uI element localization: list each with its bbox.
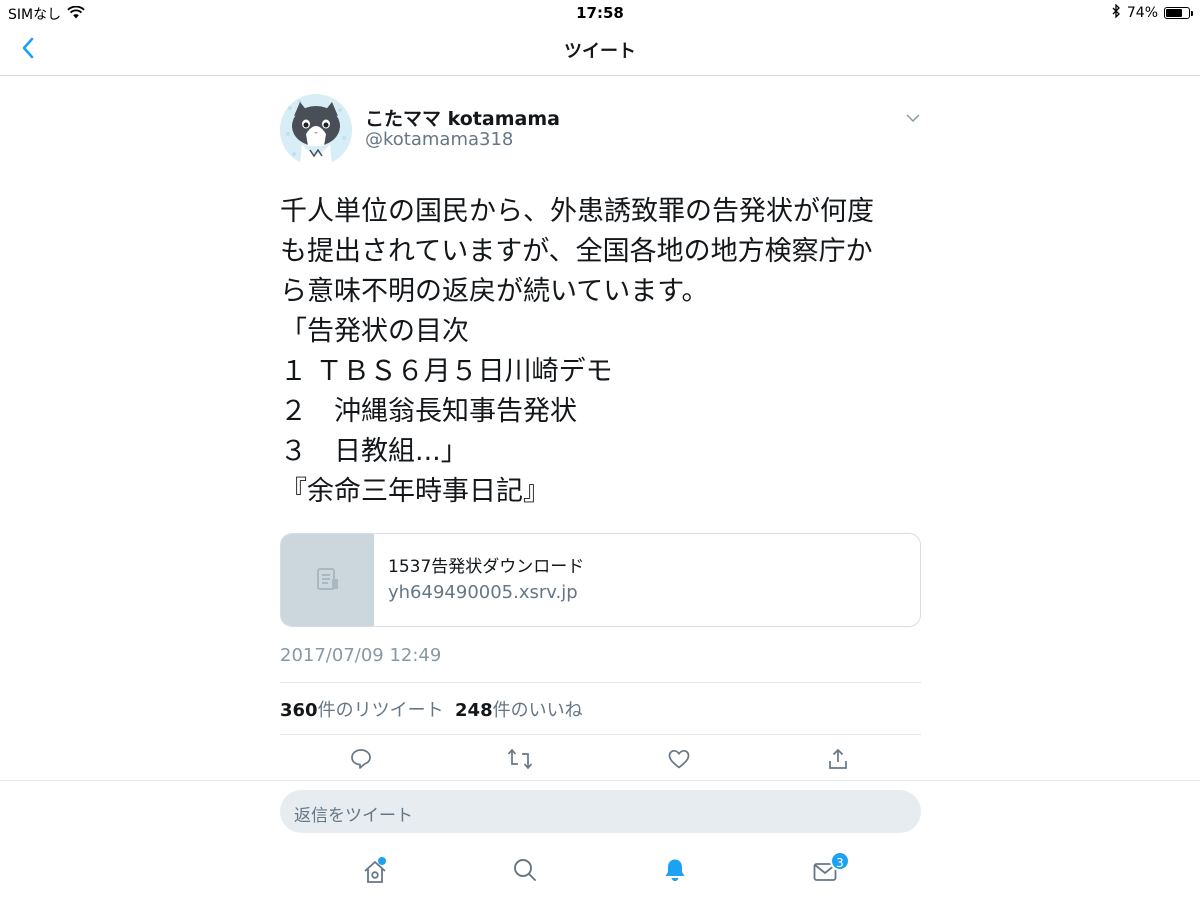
status-time: 17:58 <box>576 4 624 22</box>
tab-bar: 3 <box>0 848 1200 894</box>
page-title: ツイート <box>564 41 636 62</box>
like-button[interactable] <box>664 746 694 776</box>
search-icon <box>512 857 538 887</box>
link-card[interactable]: 1537告発状ダウンロード yh649490005.xsrv.jp <box>280 533 921 627</box>
retweet-icon <box>507 747 533 775</box>
share-icon <box>826 747 850 775</box>
share-button[interactable] <box>823 746 853 776</box>
tweet-stats: 360件のリツイート 248件のいいね <box>280 696 583 722</box>
home-icon <box>362 857 388 885</box>
like-icon <box>667 747 691 775</box>
card-domain: yh649490005.xsrv.jp <box>388 582 578 603</box>
status-bar: SIMなし 17:58 74% <box>0 0 1200 24</box>
notifications-icon <box>662 857 688 887</box>
cat-avatar-image <box>280 94 352 166</box>
tweet-timestamp: 2017/07/09 12:49 <box>280 645 442 666</box>
user-handle[interactable]: @kotamama318 <box>365 129 513 150</box>
card-title: 1537告発状ダウンロード <box>388 557 585 577</box>
avatar[interactable] <box>280 94 352 166</box>
document-icon <box>315 566 341 596</box>
reply-icon <box>349 747 373 775</box>
like-label[interactable]: 件のいいね <box>493 700 583 721</box>
retweet-button[interactable] <box>505 746 535 776</box>
reply-button[interactable] <box>346 746 376 776</box>
user-name[interactable]: こたママ kotamama <box>365 104 560 131</box>
divider <box>280 734 921 735</box>
retweet-count[interactable]: 360 <box>280 700 318 721</box>
divider <box>280 682 921 683</box>
battery-icon <box>1164 7 1193 19</box>
messages-badge: 3 <box>830 851 850 871</box>
reply-input[interactable]: 返信をツイート <box>280 790 921 833</box>
tab-home[interactable] <box>359 856 391 888</box>
status-right: 74% <box>1112 3 1193 22</box>
retweet-label[interactable]: 件のリツイート <box>318 700 444 721</box>
new-content-dot <box>378 857 386 865</box>
reply-placeholder: 返信をツイート <box>294 806 413 826</box>
tab-search[interactable] <box>509 856 541 888</box>
bluetooth-icon <box>1112 3 1121 22</box>
messages-icon: 3 <box>812 851 850 885</box>
chevron-down-icon[interactable] <box>905 110 921 126</box>
battery-fill <box>1166 9 1182 17</box>
tweet-text: 千人単位の国民から、外患誘致罪の告発状が何度 も提出されていますが、全国各地の地… <box>280 196 874 507</box>
nav-bar: ツイート <box>0 24 1200 76</box>
tab-notifications[interactable] <box>659 856 691 888</box>
battery-percent: 74% <box>1126 5 1158 21</box>
tab-messages[interactable]: 3 <box>809 851 850 888</box>
tweet-actions <box>280 746 921 776</box>
divider <box>0 780 1200 781</box>
card-thumbnail <box>281 534 374 626</box>
like-count[interactable]: 248 <box>455 700 493 721</box>
